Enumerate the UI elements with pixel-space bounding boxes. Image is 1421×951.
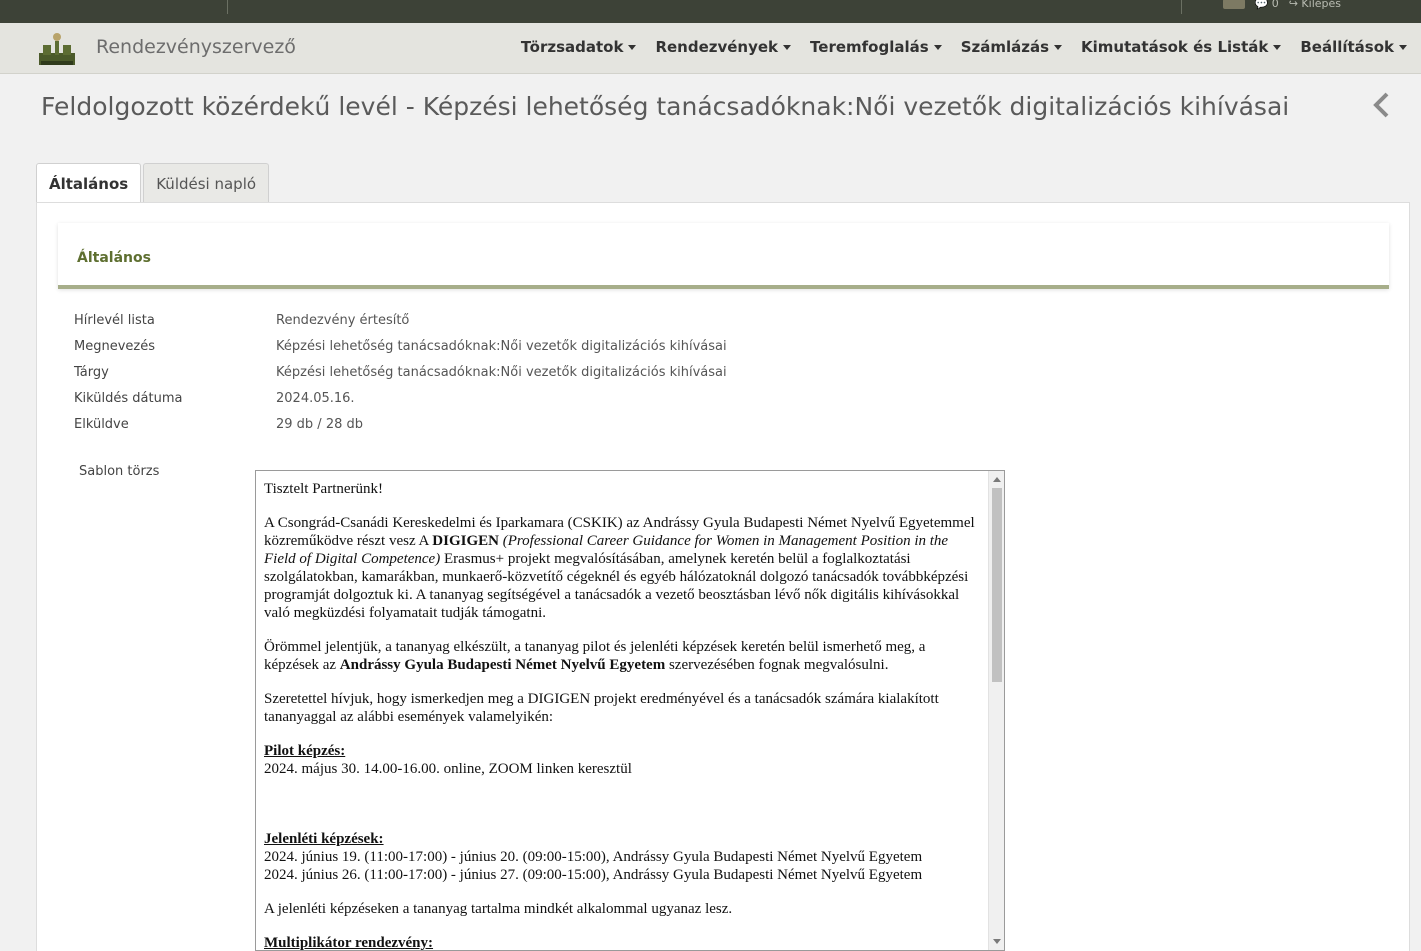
topbar-divider	[1181, 0, 1182, 14]
field-label: Megnevezés	[74, 338, 155, 354]
section-header: Általános	[58, 223, 1389, 289]
editor-scrollbar[interactable]	[988, 471, 1004, 950]
text-bold: Andrássy Gyula Budapesti Német Nyelvű Eg…	[339, 657, 666, 673]
caret-down-icon	[1054, 44, 1063, 50]
menu-label: Rendezvények	[655, 38, 779, 56]
field-value: Képzési lehetőség tanácsadóknak:Női veze…	[276, 338, 727, 354]
field-value: Képzési lehetőség tanácsadóknak:Női veze…	[276, 364, 727, 380]
field-row: Elküldve 29 db / 28 db	[74, 411, 727, 437]
pilot-block: Pilot képzés: 2024. május 30. 14.00-16.0…	[264, 742, 980, 778]
main-navbar: Rendezvényszervező Törzsadatok Rendezvén…	[0, 23, 1421, 74]
caret-down-icon	[1273, 44, 1282, 50]
back-chevron-icon[interactable]	[1371, 91, 1391, 119]
field-value: Rendezvény értesítő	[276, 312, 410, 328]
user-area: 💬 0 ↪ Kilépés	[1222, 0, 1341, 10]
svg-text:EAS: EAS	[92, 0, 141, 2]
top-bar: EAS 💬 0 ↪ Kilépés	[0, 0, 1421, 23]
messages-link[interactable]: 💬 0	[1255, 0, 1279, 10]
messages-count: 0	[1271, 0, 1279, 10]
caret-down-icon	[783, 44, 792, 50]
menu-label: Teremfoglalás	[810, 38, 929, 56]
page-title: Feldolgozott közérdekű levél - Képzési l…	[41, 92, 1290, 121]
paragraph: Örömmel jelentjük, a tananyag elkészült,…	[264, 638, 980, 674]
template-body-label: Sablon törzs	[79, 464, 160, 479]
menu-label: Törzsadatok	[520, 38, 624, 56]
presence-heading: Jelenléti képzések:	[264, 831, 384, 847]
logout-label: Kilépés	[1301, 0, 1341, 10]
menu-rendezvenyek[interactable]: Rendezvények	[655, 38, 792, 56]
menu-label: Beállítások	[1300, 38, 1394, 56]
text-bold: DIGIGEN	[432, 533, 499, 549]
menu-teremfoglalas[interactable]: Teremfoglalás	[810, 38, 942, 56]
pilot-line: 2024. május 30. 14.00-16.00. online, ZOO…	[264, 761, 632, 777]
main-menu: Törzsadatok Rendezvények Teremfoglalás S…	[521, 38, 1407, 56]
field-label: Elküldve	[74, 416, 129, 432]
presence-line: 2024. június 26. (11:00-17:00) - június …	[264, 867, 923, 883]
scroll-down-icon[interactable]	[993, 939, 1001, 944]
template-body-editor[interactable]: Tisztelt Partnerünk! A Csongrád-Csanádi …	[255, 470, 1005, 951]
field-row: Tárgy Képzési lehetőség tanácsadóknak:Nő…	[74, 359, 727, 385]
tab-kuldesi-naplo[interactable]: Küldési napló	[143, 163, 270, 203]
section-title: Általános	[77, 250, 151, 266]
paragraph: A Csongrád-Csanádi Kereskedelmi és Ipark…	[264, 514, 980, 622]
presence-line: 2024. június 19. (11:00-17:00) - június …	[264, 849, 923, 865]
tab-content: Általános Hírlevél lista Rendezvény érte…	[36, 202, 1410, 951]
logout-link[interactable]: ↪ Kilépés	[1289, 0, 1341, 10]
menu-kimutatasok[interactable]: Kimutatások és Listák	[1081, 38, 1282, 56]
field-label: Tárgy	[74, 364, 109, 380]
menu-label: Számlázás	[960, 38, 1050, 56]
field-row: Megnevezés Képzési lehetőség tanácsadókn…	[74, 333, 727, 359]
field-label: Kiküldés dátuma	[74, 390, 183, 406]
caret-down-icon	[1399, 44, 1407, 50]
details-list: Hírlevél lista Rendezvény értesítő Megne…	[74, 307, 727, 437]
app-logo-icon: EAS	[92, 0, 141, 2]
paragraph: A jelenléti képzéseken a tananyag tartal…	[264, 901, 733, 917]
field-label: Hírlevél lista	[74, 312, 155, 328]
pilot-heading: Pilot képzés:	[264, 743, 346, 759]
greeting: Tisztelt Partnerünk!	[264, 481, 384, 497]
field-row: Kiküldés dátuma 2024.05.16.	[74, 385, 727, 411]
paragraph: Szeretettel hívjuk, hogy ismerkedjen meg…	[264, 691, 939, 725]
presence-block: Jelenléti képzések: 2024. június 19. (11…	[264, 830, 980, 884]
brand-title[interactable]: Rendezvényszervező	[96, 36, 296, 58]
multiplier-block: Multiplikátor rendezvény:	[264, 934, 980, 950]
field-row: Hírlevél lista Rendezvény értesítő	[74, 307, 727, 333]
scroll-thumb[interactable]	[992, 488, 1002, 682]
menu-torzsadatok[interactable]: Törzsadatok	[521, 38, 637, 56]
scroll-up-icon[interactable]	[993, 477, 1001, 482]
template-body-content[interactable]: Tisztelt Partnerünk! A Csongrád-Csanádi …	[256, 471, 988, 950]
topbar-divider	[227, 0, 228, 14]
field-value: 29 db / 28 db	[276, 416, 364, 432]
menu-szamlazas[interactable]: Számlázás	[960, 38, 1063, 56]
caret-down-icon	[933, 44, 942, 50]
menu-beallitasok[interactable]: Beállítások	[1300, 38, 1407, 56]
chat-icon: 💬	[1254, 0, 1269, 10]
multiplier-heading: Multiplikátor rendezvény:	[264, 935, 434, 950]
tab-bar: Általános Küldési napló	[36, 163, 270, 204]
user-avatar[interactable]	[1222, 0, 1245, 9]
tab-altalanos[interactable]: Általános	[36, 163, 142, 204]
brand-icon[interactable]	[37, 31, 77, 67]
menu-label: Kimutatások és Listák	[1081, 38, 1269, 56]
field-value: 2024.05.16.	[276, 390, 355, 406]
text-run: szervezésében fognak megvalósulni.	[665, 657, 889, 673]
caret-down-icon	[628, 44, 637, 50]
logout-icon: ↪	[1288, 0, 1298, 10]
